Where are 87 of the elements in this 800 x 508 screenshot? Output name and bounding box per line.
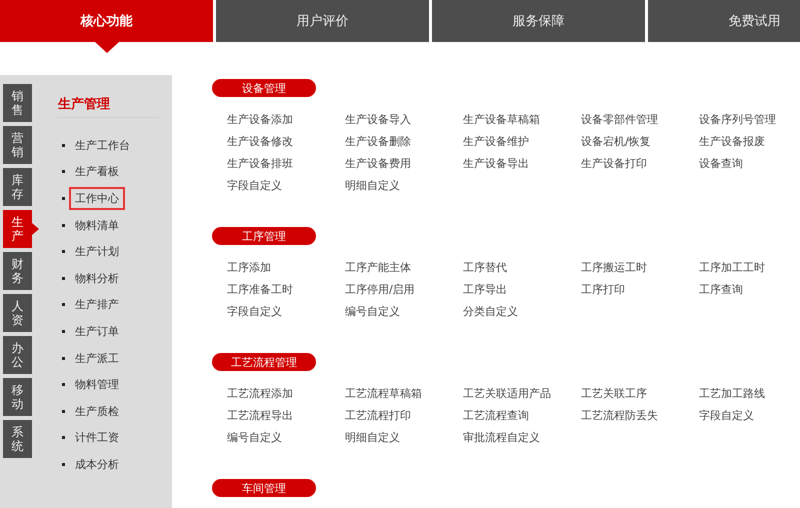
submenu-item[interactable]: 物料分析 [69,266,125,290]
function-link[interactable]: 工艺关联适用产品 [463,383,581,405]
function-link[interactable]: 生产设备费用 [345,153,463,175]
function-link[interactable]: 生产设备添加 [227,109,345,131]
bullet-icon [62,462,65,466]
submenu-item[interactable]: 物料清单 [69,214,125,237]
bullet-icon [62,436,65,440]
function-link[interactable]: 字段自定义 [699,405,800,427]
submenu-item[interactable]: 计件工资 [69,426,125,450]
function-link[interactable]: 编号自定义 [227,427,345,449]
bullet-icon [62,144,65,147]
submenu-item[interactable]: 生产派工 [69,346,125,370]
submenu-item[interactable]: 工作中心 [69,186,125,210]
nav-tab[interactable]: 免费试用 [648,0,800,42]
bullet-icon [62,224,65,227]
submenu-item[interactable]: 生产排产 [69,293,125,316]
submenu-item[interactable]: 生产工作台 [69,134,136,157]
function-link[interactable]: 生产设备导出 [463,153,581,175]
function-link[interactable]: 工艺流程添加 [227,383,345,405]
category-tab[interactable]: 人资 [3,294,32,332]
bullet-icon [62,170,65,174]
bullet-icon [62,383,65,386]
function-link[interactable]: 工艺流程查询 [463,405,581,427]
function-link[interactable]: 工艺流程草稿箱 [345,383,463,405]
submenu-title: 生产管理 [57,96,111,114]
function-link[interactable]: 工序准备工时 [227,279,345,301]
bullet-icon [62,250,65,254]
category-tab[interactable]: 系统 [3,420,32,458]
function-link[interactable]: 工艺关联工序 [581,383,699,405]
category-tab[interactable]: 销售 [3,84,32,122]
function-link[interactable]: 工序导出 [463,279,581,301]
section-heading: 工艺流程管理 [212,353,316,371]
function-link[interactable]: 分类自定义 [463,301,581,323]
bullet-icon [62,410,65,413]
submenu-item[interactable]: 生产订单 [69,320,125,343]
function-link[interactable]: 工艺流程打印 [345,405,463,427]
function-link[interactable]: 审批流程自定义 [463,427,581,449]
submenu-item[interactable]: 物料管理 [69,373,125,396]
function-link[interactable]: 生产设备草稿箱 [463,109,581,131]
bullet-icon [62,330,65,333]
pointer-icon [32,223,39,235]
bullet-icon [62,196,65,200]
category-tab[interactable]: 财务 [3,252,32,290]
section-heading: 设备管理 [212,79,316,97]
submenu-item[interactable]: 生产看板 [69,160,125,184]
function-link[interactable]: 工序停用/启用 [345,279,463,301]
function-link[interactable]: 工序产能主体 [345,257,463,279]
function-link[interactable]: 工序添加 [227,257,345,279]
function-link[interactable]: 生产设备删除 [345,131,463,153]
function-link[interactable]: 字段自定义 [227,301,345,323]
category-tab[interactable]: 办公 [3,336,32,374]
section-heading: 车间管理 [212,479,316,497]
function-link[interactable]: 工序加工工时 [699,257,800,279]
function-link[interactable]: 明细自定义 [345,427,463,449]
category-tab[interactable]: 库存 [3,168,32,206]
function-link[interactable]: 明细自定义 [345,175,463,197]
section-heading: 工序管理 [212,227,316,245]
function-link[interactable]: 工艺加工路线 [699,383,800,405]
function-link[interactable]: 生产设备修改 [227,131,345,153]
submenu-item[interactable]: 生产计划 [69,240,125,264]
pointer-icon [94,42,118,53]
function-link[interactable]: 设备宕机/恢复 [581,131,699,153]
function-link[interactable]: 生产设备排班 [227,153,345,175]
function-link[interactable]: 工序查询 [699,279,800,301]
function-link[interactable]: 工序替代 [463,257,581,279]
nav-tab[interactable]: 服务保障 [432,0,645,42]
function-link[interactable]: 生产设备报废 [699,131,800,153]
category-tab[interactable]: 营销 [3,126,32,164]
function-link[interactable]: 生产设备打印 [581,153,699,175]
submenu-item[interactable]: 生产质检 [69,400,125,423]
submenu-item[interactable]: 成本分析 [69,452,125,476]
function-link[interactable]: 设备查询 [699,153,800,175]
bullet-icon [62,303,65,306]
function-link[interactable]: 设备序列号管理 [699,109,800,131]
function-link[interactable]: 工艺流程导出 [227,405,345,427]
bullet-icon [62,276,65,280]
function-link[interactable]: 生产设备导入 [345,109,463,131]
function-link[interactable]: 工艺流程防丢失 [581,405,699,427]
bullet-icon [62,356,65,360]
function-link[interactable]: 工序打印 [581,279,699,301]
function-link[interactable]: 编号自定义 [345,301,463,323]
function-link[interactable]: 设备零部件管理 [581,109,699,131]
function-link[interactable]: 生产设备维护 [463,131,581,153]
nav-tab[interactable]: 用户评价 [216,0,429,42]
function-link[interactable]: 字段自定义 [227,175,345,197]
category-tab[interactable]: 移动 [3,378,32,416]
function-link[interactable]: 工序搬运工时 [581,257,699,279]
